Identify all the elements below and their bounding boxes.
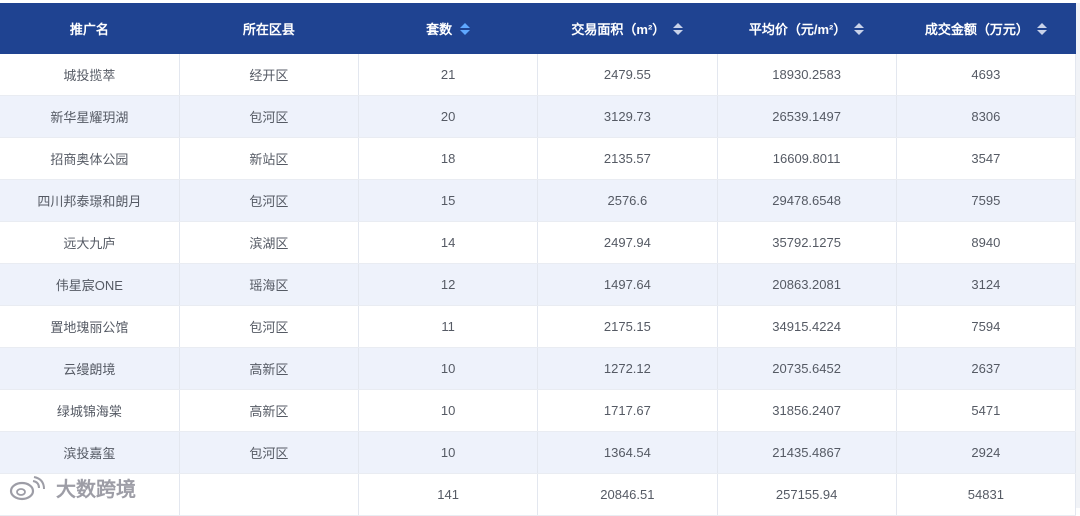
cell-units: 10 — [358, 431, 539, 474]
cell-project-name: 新华星耀玥湖 — [0, 95, 180, 138]
cell-project-name: 云缦朗境 — [0, 347, 180, 390]
cell-units: 14 — [358, 221, 539, 264]
table-row: 绿城锦海棠 高新区 10 1717.67 31856.2407 5471 — [0, 389, 1077, 432]
cell-project-name: 四川邦泰璟和朗月 — [0, 179, 180, 222]
cell-total-district — [179, 473, 360, 516]
cell-amount: 5471 — [896, 389, 1077, 432]
cell-project-name: 招商奥体公园 — [0, 137, 180, 180]
cell-avg-price: 20863.2081 — [717, 263, 897, 306]
cell-district: 包河区 — [179, 95, 360, 138]
column-header-district: 所在区县 — [179, 3, 360, 54]
table-row: 滨投嘉玺 包河区 10 1364.54 21435.4867 2924 — [0, 431, 1077, 474]
cell-avg-price: 20735.6452 — [717, 347, 897, 390]
cell-amount: 7594 — [896, 305, 1077, 348]
scrollbar-track[interactable] — [1076, 3, 1080, 508]
cell-district: 高新区 — [179, 389, 360, 432]
cell-project-name: 远大九庐 — [0, 221, 180, 264]
column-header-area[interactable]: 交易面积（m²） — [537, 3, 718, 54]
cell-amount: 2637 — [896, 347, 1077, 390]
table-row: 新华星耀玥湖 包河区 20 3129.73 26539.1497 8306 — [0, 95, 1077, 138]
cell-area: 2497.94 — [537, 221, 718, 264]
cell-amount: 3547 — [896, 137, 1077, 180]
cell-area: 3129.73 — [537, 95, 718, 138]
table-row: 远大九庐 滨湖区 14 2497.94 35792.1275 8940 — [0, 221, 1077, 264]
cell-avg-price: 34915.4224 — [717, 305, 897, 348]
column-header-project-name: 推广名 — [0, 3, 180, 54]
table-total-row: 141 20846.51 257155.94 54831 — [0, 473, 1077, 516]
cell-avg-price: 31856.2407 — [717, 389, 897, 432]
cell-district: 新站区 — [179, 137, 360, 180]
cell-district: 包河区 — [179, 431, 360, 474]
cell-amount: 7595 — [896, 179, 1077, 222]
cell-avg-price: 18930.2583 — [717, 54, 897, 96]
sort-icon[interactable] — [1036, 22, 1047, 35]
column-header-avg-price[interactable]: 平均价（元/m²） — [717, 3, 897, 54]
cell-avg-price: 21435.4867 — [717, 431, 897, 474]
cell-units: 11 — [358, 305, 539, 348]
cell-project-name: 伟星宸ONE — [0, 263, 180, 306]
column-header-units[interactable]: 套数 — [358, 3, 539, 54]
cell-avg-price: 29478.6548 — [717, 179, 897, 222]
cell-units: 15 — [358, 179, 539, 222]
cell-area: 2135.57 — [537, 137, 718, 180]
cell-units: 21 — [358, 54, 539, 96]
cell-area: 1497.64 — [537, 263, 718, 306]
cell-district: 瑶海区 — [179, 263, 360, 306]
table-row: 云缦朗境 高新区 10 1272.12 20735.6452 2637 — [0, 347, 1077, 390]
cell-units: 20 — [358, 95, 539, 138]
cell-project-name: 城投揽萃 — [0, 54, 180, 96]
cell-district: 包河区 — [179, 305, 360, 348]
sales-ranking-table: 推广名 所在区县 套数 交易面积（m²） 平均价（元/m²） 成交金额（万元） … — [0, 3, 1077, 516]
cell-district: 包河区 — [179, 179, 360, 222]
cell-total-units: 141 — [358, 473, 539, 516]
cell-district: 经开区 — [179, 54, 360, 96]
table-header-row: 推广名 所在区县 套数 交易面积（m²） 平均价（元/m²） 成交金额（万元） — [0, 3, 1077, 54]
cell-avg-price: 16609.8011 — [717, 137, 897, 180]
cell-total-avg-price: 257155.94 — [717, 473, 897, 516]
cell-units: 10 — [358, 389, 539, 432]
table-row: 四川邦泰璟和朗月 包河区 15 2576.6 29478.6548 7595 — [0, 179, 1077, 222]
cell-amount: 3124 — [896, 263, 1077, 306]
cell-area: 1364.54 — [537, 431, 718, 474]
column-header-amount[interactable]: 成交金额（万元） — [896, 3, 1077, 54]
cell-total-amount: 54831 — [896, 473, 1077, 516]
table-row: 伟星宸ONE 瑶海区 12 1497.64 20863.2081 3124 — [0, 263, 1077, 306]
cell-avg-price: 26539.1497 — [717, 95, 897, 138]
cell-avg-price: 35792.1275 — [717, 221, 897, 264]
sina-weibo-logo-icon — [9, 475, 45, 500]
cell-project-name: 滨投嘉玺 — [0, 431, 180, 474]
cell-amount: 2924 — [896, 431, 1077, 474]
cell-amount: 4693 — [896, 54, 1077, 96]
cell-units: 12 — [358, 263, 539, 306]
table-row: 招商奥体公园 新站区 18 2135.57 16609.8011 3547 — [0, 137, 1077, 180]
data-table-container: 推广名 所在区县 套数 交易面积（m²） 平均价（元/m²） 成交金额（万元） … — [0, 3, 1077, 516]
cell-total-area: 20846.51 — [537, 473, 718, 516]
cell-amount: 8306 — [896, 95, 1077, 138]
sort-icon[interactable] — [673, 22, 684, 35]
table-row: 置地瑰丽公馆 包河区 11 2175.15 34915.4224 7594 — [0, 305, 1077, 348]
cell-district: 高新区 — [179, 347, 360, 390]
cell-area: 1717.67 — [537, 389, 718, 432]
cell-area: 1272.12 — [537, 347, 718, 390]
cell-district: 滨湖区 — [179, 221, 360, 264]
cell-amount: 8940 — [896, 221, 1077, 264]
sort-icon[interactable] — [460, 22, 471, 35]
cell-area: 2175.15 — [537, 305, 718, 348]
watermark: 大数跨境 — [8, 473, 136, 502]
cell-project-name: 绿城锦海棠 — [0, 389, 180, 432]
cell-area: 2479.55 — [537, 54, 718, 96]
cell-project-name: 置地瑰丽公馆 — [0, 305, 180, 348]
cell-units: 10 — [358, 347, 539, 390]
table-row: 城投揽萃 经开区 21 2479.55 18930.2583 4693 — [0, 54, 1077, 96]
cell-units: 18 — [358, 137, 539, 180]
cell-area: 2576.6 — [537, 179, 718, 222]
sort-icon[interactable] — [854, 22, 865, 35]
watermark-text: 大数跨境 — [56, 479, 136, 501]
